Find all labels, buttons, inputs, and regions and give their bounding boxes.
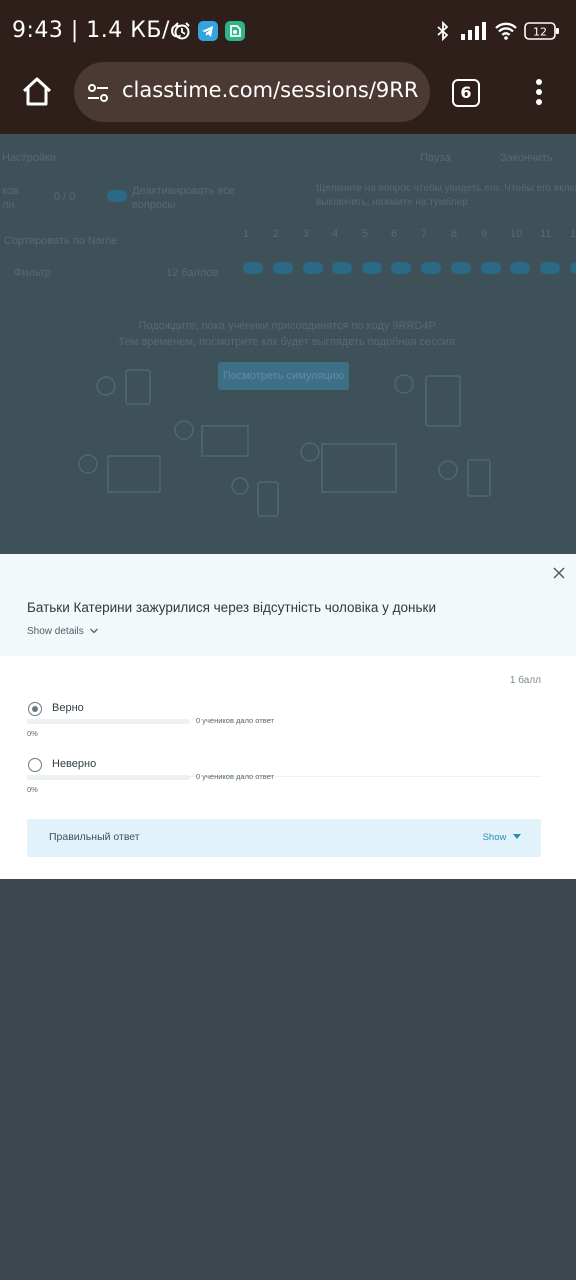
show-details-link[interactable]: Show details <box>27 626 99 637</box>
site-settings-icon[interactable] <box>86 81 110 105</box>
q-num: 9 <box>481 228 488 240</box>
filter-label: Фильтр <box>14 267 51 279</box>
q-num: 5 <box>362 228 369 240</box>
show-answer-button[interactable]: Show <box>483 832 521 843</box>
question-title: Батьки Катерини зажурилися через відсутн… <box>27 600 436 615</box>
response-bar <box>27 775 190 780</box>
students-label: ков лн <box>2 185 19 211</box>
question-toggle <box>362 262 382 274</box>
q-num: 7 <box>421 228 428 240</box>
radio-button[interactable] <box>28 702 42 716</box>
q-num: 6 <box>391 228 398 240</box>
option-label: Неверно <box>52 758 97 770</box>
wifi-icon <box>494 21 518 41</box>
option-label: Верно <box>52 702 84 714</box>
q-num: 8 <box>451 228 458 240</box>
tab-switcher-button[interactable]: 6 <box>452 79 480 107</box>
pause-label: Пауза <box>420 152 451 164</box>
question-toggle <box>391 262 411 274</box>
deactivate-toggle <box>107 190 127 202</box>
correct-answer-panel: Правильный ответ Show <box>27 819 541 857</box>
finish-label: Закончить <box>500 152 553 164</box>
question-toggle <box>510 262 530 274</box>
close-icon[interactable] <box>551 565 567 581</box>
q-num: 12 <box>570 228 576 240</box>
q-num: 2 <box>273 228 280 240</box>
question-toggle <box>570 262 576 274</box>
question-modal: Батьки Катерини зажурилися через відсутн… <box>0 554 576 879</box>
more-menu-icon[interactable] <box>532 76 546 108</box>
status-time: 9:43 | 1.4 КБ/с <box>12 18 183 43</box>
telegram-icon <box>198 21 218 41</box>
question-toggle <box>303 262 323 274</box>
modal-header: Батьки Катерини зажурилися через відсутн… <box>0 554 576 656</box>
alarm-icon <box>172 21 192 41</box>
signal-icon <box>460 21 488 41</box>
hint-text: Щелкните на вопрос чтобы увидеть его. Чт… <box>316 183 576 208</box>
settings-label: Настройки <box>2 152 56 164</box>
status-bar: 9:43 | 1.4 КБ/с 12 <box>0 0 576 62</box>
points-label: 12 баллов <box>166 267 219 279</box>
q-num: 11 <box>540 228 552 240</box>
response-count: 0 учеников дало ответ <box>196 716 274 725</box>
chevron-down-icon <box>90 628 99 634</box>
q-num: 3 <box>303 228 310 240</box>
question-toggle <box>243 262 263 274</box>
illustration-image <box>78 369 491 517</box>
bluetooth-icon <box>433 20 453 42</box>
answer-option[interactable]: Верно 0 учеников дало ответ 0% <box>27 702 541 766</box>
q-num: 10 <box>510 228 523 240</box>
waiting-text: Подождите, пока ученики присоединятся по… <box>138 320 438 332</box>
question-toggle <box>273 262 293 274</box>
question-toggle <box>421 262 441 274</box>
question-toggle <box>332 262 352 274</box>
question-toggle <box>451 262 471 274</box>
question-toggle <box>481 262 501 274</box>
app-icon <box>225 21 245 41</box>
browser-toolbar: classtime.com/sessions/9RRD4P 6 <box>0 62 576 134</box>
correct-answer-label: Правильный ответ <box>49 831 140 843</box>
response-count: 0 учеников дало ответ <box>196 772 274 781</box>
sort-label: Сортировать по Name <box>4 235 118 247</box>
response-percent: 0% <box>27 785 38 794</box>
show-answer-label: Show <box>482 832 507 843</box>
show-details-label: Show details <box>27 626 84 637</box>
background-page: Настройки Пауза Закончить ков лн 0 / 0 Д… <box>0 134 576 554</box>
answer-option[interactable]: Неверно 0 учеников дало ответ 0% <box>27 758 541 822</box>
home-button[interactable] <box>20 75 54 109</box>
q-num: 4 <box>332 228 339 240</box>
svg-text:12: 12 <box>533 26 547 39</box>
q-num: 1 <box>243 228 250 240</box>
response-bar <box>27 719 190 724</box>
waiting-subtext: Тем временем, посмотрите как будет выгля… <box>118 336 458 348</box>
response-percent: 0% <box>27 729 38 738</box>
deactivate-label: Деактивировать все вопросы <box>132 185 235 211</box>
battery-icon: 12 <box>524 21 560 41</box>
caret-down-icon <box>513 834 521 840</box>
radio-button[interactable] <box>28 758 42 772</box>
url-text[interactable]: classtime.com/sessions/9RRD4P <box>122 78 418 102</box>
question-toggle <box>540 262 560 274</box>
student-count: 0 / 0 <box>54 191 76 203</box>
points-value: 1 балл <box>509 675 541 686</box>
url-bar[interactable]: classtime.com/sessions/9RRD4P <box>74 62 430 122</box>
